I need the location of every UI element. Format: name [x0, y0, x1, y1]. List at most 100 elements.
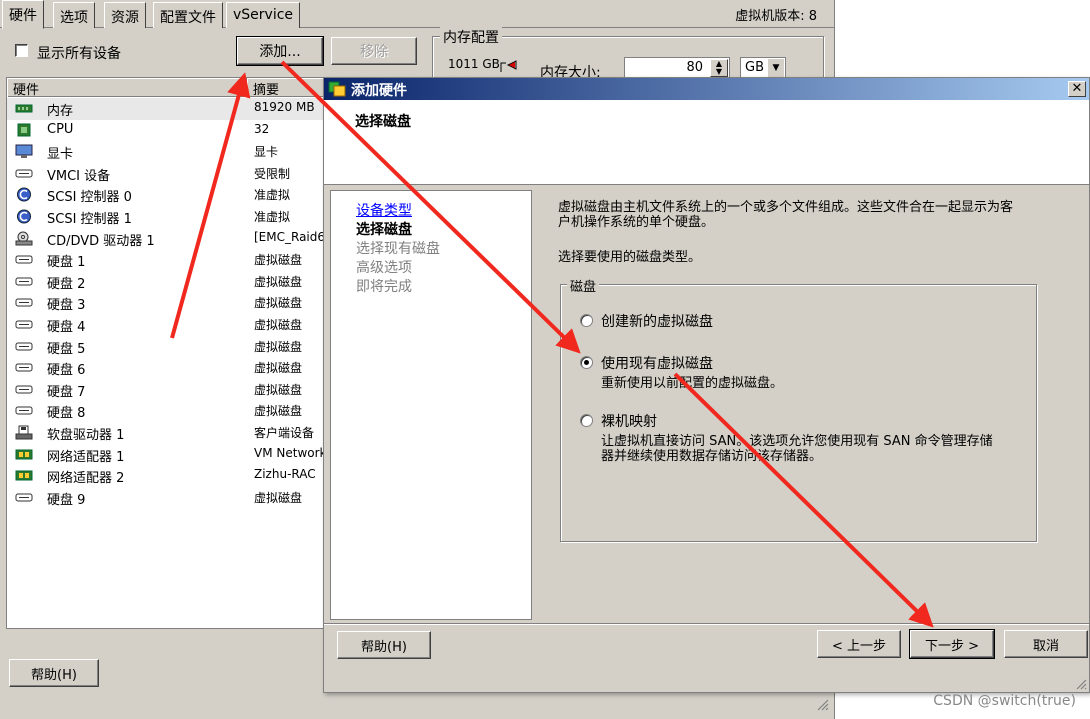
hardware-row[interactable]: 软盘驱动器 1 客户端设备 — [7, 422, 323, 444]
step-device-type[interactable]: 设备类型 — [356, 200, 412, 220]
hardware-row[interactable]: SCSI 控制器 1 准虚拟 — [7, 206, 323, 228]
hardware-name: 硬盘 3 — [47, 298, 86, 314]
hardware-name: VMCI 设备 — [47, 168, 111, 184]
close-icon[interactable]: ✕ — [1068, 81, 1086, 97]
next-button[interactable]: 下一步 > — [909, 629, 995, 659]
tab-vservice[interactable]: vService — [226, 2, 301, 28]
hardware-row[interactable]: CD/DVD 驱动器 1 [EMC_Raid6 — [7, 228, 324, 250]
hardware-summary: 虚拟磁盘 — [254, 382, 303, 397]
memory-unit-value: GB — [745, 60, 764, 75]
hardware-row[interactable]: 显卡 显卡 — [7, 141, 323, 163]
hardware-name: 硬盘 5 — [47, 341, 86, 357]
memory-icon — [15, 101, 33, 116]
hardware-name: 网络适配器 2 — [47, 471, 125, 487]
memory-spinner[interactable]: ▲ ▼ — [710, 59, 728, 77]
raw-device-mapping-label[interactable]: 裸机映射 — [601, 411, 657, 431]
create-new-disk-label[interactable]: 创建新的虚拟磁盘 — [601, 311, 713, 331]
hardware-row[interactable]: SCSI 控制器 0 准虚拟 — [7, 184, 323, 206]
disk-description-line1: 虚拟磁盘由主机文件系统上的一个或多个文件组成。这些文件合在一起显示为客 — [558, 200, 1014, 215]
help-button[interactable]: 帮助(H) — [9, 659, 99, 687]
cd-icon — [15, 231, 33, 246]
dialog-cancel-button[interactable]: 取消 — [1004, 630, 1088, 658]
disk-group-title: 磁盘 — [567, 276, 600, 295]
show-all-devices-checkbox[interactable] — [15, 44, 28, 57]
disk-icon — [15, 490, 33, 505]
hardware-list[interactable]: 硬件 摘要 内存 81920 MB CPU 32 显卡 显卡 VMCI 设备 受限制 SCSI … — [6, 77, 325, 629]
hardware-row[interactable]: VMCI 设备 受限制 — [7, 163, 323, 185]
memory-config-title: 内存配置 — [440, 27, 502, 47]
tab-profiles[interactable]: 配置文件 — [153, 2, 223, 28]
column-summary[interactable]: 摘要 — [247, 78, 325, 98]
dialog-separator — [324, 623, 1089, 625]
hardware-summary: 虚拟磁盘 — [254, 404, 303, 419]
hardware-summary: 32 — [254, 121, 270, 136]
hardware-summary: 虚拟磁盘 — [254, 318, 303, 332]
hardware-summary: 虚拟磁盘 — [254, 361, 303, 376]
memory-unit-select[interactable]: GB ▼ — [740, 57, 786, 79]
scsi-icon — [15, 187, 33, 202]
dialog-help-button[interactable]: 帮助(H) — [337, 631, 431, 659]
cpu-icon — [15, 123, 33, 138]
dialog-header-title: 选择磁盘 — [355, 114, 411, 130]
hardware-row[interactable]: CPU 32 — [7, 120, 323, 142]
hardware-wizard-icon — [328, 80, 346, 97]
hardware-row[interactable]: 网络适配器 1 VM Network — [7, 444, 324, 466]
hardware-row[interactable]: 硬盘 8 虚拟磁盘 — [7, 400, 323, 422]
resize-grip-icon[interactable] — [815, 697, 829, 711]
dialog-title: 添加硬件 — [351, 83, 407, 99]
chevron-down-icon[interactable]: ▼ — [768, 59, 784, 77]
hardware-summary: 81920 MB — [254, 100, 315, 114]
hardware-row[interactable]: 网络适配器 2 Zizhu-RAC — [7, 465, 323, 487]
hardware-row[interactable]: 硬盘 5 虚拟磁盘 — [7, 336, 323, 358]
memory-slider-icon[interactable] — [500, 59, 518, 73]
disk-icon — [15, 274, 33, 289]
column-hardware[interactable]: 硬件 — [7, 78, 247, 98]
back-button[interactable]: < 上一步 — [817, 630, 901, 658]
tab-hardware[interactable]: 硬件 — [2, 0, 44, 29]
dialog-resize-grip-icon[interactable] — [1075, 678, 1087, 690]
hardware-row[interactable]: 硬盘 2 虚拟磁盘 — [7, 271, 323, 293]
tab-resources[interactable]: 资源 — [104, 2, 146, 28]
step-select-existing-disk: 选择现有磁盘 — [356, 241, 440, 257]
add-button[interactable]: 添加... — [236, 36, 324, 66]
disk-icon — [15, 403, 33, 418]
hardware-row[interactable]: 内存 81920 MB — [7, 98, 323, 120]
hardware-name: 显卡 — [47, 147, 74, 163]
hardware-summary: 客户端设备 — [254, 426, 315, 440]
hardware-name: 硬盘 4 — [47, 320, 86, 335]
hardware-list-header: 硬件 摘要 — [7, 78, 325, 98]
hardware-summary: 虚拟磁盘 — [254, 296, 303, 311]
hardware-summary: 虚拟磁盘 — [254, 274, 303, 289]
hardware-row[interactable]: 硬盘 9 虚拟磁盘 — [7, 487, 323, 509]
scsi-icon — [15, 209, 33, 224]
dialog-titlebar[interactable]: 添加硬件 ✕ — [324, 78, 1089, 100]
hardware-row[interactable]: 硬盘 7 虚拟磁盘 — [7, 379, 323, 401]
memory-max-label: 1011 GB — [448, 57, 500, 71]
hardware-row[interactable]: 硬盘 1 虚拟磁盘 — [7, 249, 323, 271]
step-ready-to-complete: 即将完成 — [356, 279, 412, 295]
disk-icon — [15, 252, 33, 267]
hardware-row[interactable]: 硬盘 3 虚拟磁盘 — [7, 292, 323, 314]
raw-device-mapping-radio[interactable] — [580, 414, 593, 427]
vm-version-label: 虚拟机版本: 8 — [735, 9, 817, 24]
use-existing-disk-radio[interactable] — [580, 356, 593, 369]
disk-icon — [15, 317, 33, 332]
hardware-summary: 虚拟磁盘 — [254, 253, 303, 268]
hardware-name: CPU — [47, 121, 74, 137]
hardware-name: 软盘驱动器 1 — [47, 428, 125, 443]
use-existing-disk-desc: 重新使用以前配置的虚拟磁盘。 — [601, 376, 784, 391]
create-new-disk-radio[interactable] — [580, 314, 593, 327]
tab-strip: 硬件 选项 资源 配置文件 vService 虚拟机版本: 8 — [0, 0, 835, 29]
remove-button[interactable]: 移除 — [331, 37, 417, 65]
hardware-name: 硬盘 8 — [47, 406, 86, 422]
step-select-disk: 选择磁盘 — [356, 222, 412, 238]
nic-icon — [15, 468, 33, 483]
tab-options[interactable]: 选项 — [53, 2, 95, 28]
hardware-row[interactable]: 硬盘 6 虚拟磁盘 — [7, 357, 323, 379]
nic-icon — [15, 447, 33, 462]
use-existing-disk-label[interactable]: 使用现有虚拟磁盘 — [601, 353, 713, 373]
hardware-name: 硬盘 7 — [47, 384, 86, 400]
hardware-row[interactable]: 硬盘 4 虚拟磁盘 — [7, 314, 323, 336]
hardware-summary: Zizhu-RAC — [254, 467, 316, 482]
hardware-summary: 虚拟磁盘 — [254, 490, 303, 505]
